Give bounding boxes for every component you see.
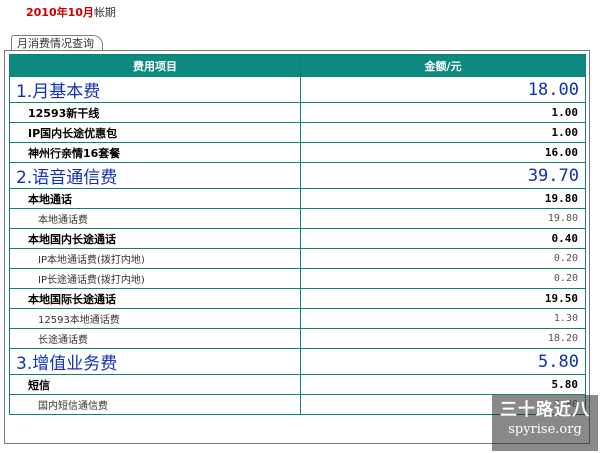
table-row: 1.月基本费 18.00 bbox=[9, 76, 586, 103]
fee-item-amount: 1.00 bbox=[300, 102, 586, 123]
table-row: IP本地通话费(拨打内地) 0.20 bbox=[9, 248, 586, 269]
fee-item-name: IP国内长途优惠包 bbox=[9, 122, 301, 143]
fee-item-amount: 1.30 bbox=[300, 308, 586, 329]
table-row: 本地通话 19.80 bbox=[9, 188, 586, 209]
fee-table-body: 1.月基本费 18.00 12593新干线 1.00 IP国内长途优惠包 1.00 神州行亲… bbox=[9, 76, 586, 415]
fee-item-name: 国内短信通信费 bbox=[9, 394, 301, 415]
fee-item-amount: 18.20 bbox=[300, 328, 586, 349]
table-row: 本地通话费 19.80 bbox=[9, 208, 586, 229]
fee-item-name: 2.语音通信费 bbox=[9, 162, 301, 189]
table-row: 本地国内长途通话 0.40 bbox=[9, 228, 586, 249]
header-fee-item: 费用项目 bbox=[9, 54, 301, 77]
fee-table: 费用项目 金额/元 1.月基本费 18.00 12593新干线 1.00 IP国内长途优… bbox=[9, 54, 586, 415]
fee-item-name: 12593新干线 bbox=[9, 102, 301, 123]
fee-item-name: 本地国内长途通话 bbox=[9, 228, 301, 249]
fee-item-name: 长途通话费 bbox=[9, 328, 301, 349]
fee-item-amount: 19.80 bbox=[300, 188, 586, 209]
table-row: 12593新干线 1.00 bbox=[9, 102, 586, 123]
fee-item-name: IP本地通话费(拨打内地) bbox=[9, 248, 301, 269]
fee-table-header: 费用项目 金额/元 bbox=[9, 54, 586, 77]
fee-item-amount: 0.20 bbox=[300, 248, 586, 269]
fee-item-name: IP长途通话费(拨打内地) bbox=[9, 268, 301, 289]
billing-period-suffix: 帐期 bbox=[93, 6, 116, 19]
billing-period: 2010年10月帐期 bbox=[26, 6, 116, 20]
tab-monthly-consumption[interactable]: 月消费情况查询 bbox=[11, 35, 103, 51]
table-row: 3.增值业务费 5.80 bbox=[9, 348, 586, 375]
table-row: 12593本地通话费 1.30 bbox=[9, 308, 586, 329]
fee-item-name: 3.增值业务费 bbox=[9, 348, 301, 375]
fee-item-amount: 19.80 bbox=[300, 208, 586, 229]
fee-item-amount: 16.00 bbox=[300, 142, 586, 163]
consumption-panel: 费用项目 金额/元 1.月基本费 18.00 12593新干线 1.00 IP国内长途优… bbox=[4, 50, 590, 444]
fee-item-amount: 0.20 bbox=[300, 268, 586, 289]
fee-item-name: 本地通话费 bbox=[9, 208, 301, 229]
fee-item-name: 12593本地通话费 bbox=[9, 308, 301, 329]
fee-item-amount: 1.00 bbox=[300, 122, 586, 143]
fee-item-name: 本地国际长途通话 bbox=[9, 288, 301, 309]
header-amount: 金额/元 bbox=[300, 54, 586, 77]
watermark-line2: spyrise.org bbox=[508, 422, 582, 437]
fee-item-amount: 18.00 bbox=[300, 76, 586, 103]
table-row: 短信 5.80 bbox=[9, 374, 586, 395]
fee-item-amount: 39.70 bbox=[300, 162, 586, 189]
fee-item-amount: 5.80 bbox=[300, 374, 586, 395]
fee-item-name: 1.月基本费 bbox=[9, 76, 301, 103]
fee-item-amount: 0.40 bbox=[300, 228, 586, 249]
fee-item-name: 短信 bbox=[9, 374, 301, 395]
watermark-line1: 三十路近八 bbox=[500, 400, 590, 420]
table-row: 长途通话费 18.20 bbox=[9, 328, 586, 349]
table-row: 本地国际长途通话 19.50 bbox=[9, 288, 586, 309]
watermark: 三十路近八 spyrise.org bbox=[492, 395, 598, 451]
fee-item-amount: 19.50 bbox=[300, 288, 586, 309]
billing-period-month: 2010年10月 bbox=[26, 6, 94, 19]
table-row: IP国内长途优惠包 1.00 bbox=[9, 122, 586, 143]
fee-item-name: 神州行亲情16套餐 bbox=[9, 142, 301, 163]
fee-item-amount: 5.80 bbox=[300, 348, 586, 375]
table-row: 2.语音通信费 39.70 bbox=[9, 162, 586, 189]
table-row: 神州行亲情16套餐 16.00 bbox=[9, 142, 586, 163]
table-row: IP长途通话费(拨打内地) 0.20 bbox=[9, 268, 586, 289]
fee-item-name: 本地通话 bbox=[9, 188, 301, 209]
